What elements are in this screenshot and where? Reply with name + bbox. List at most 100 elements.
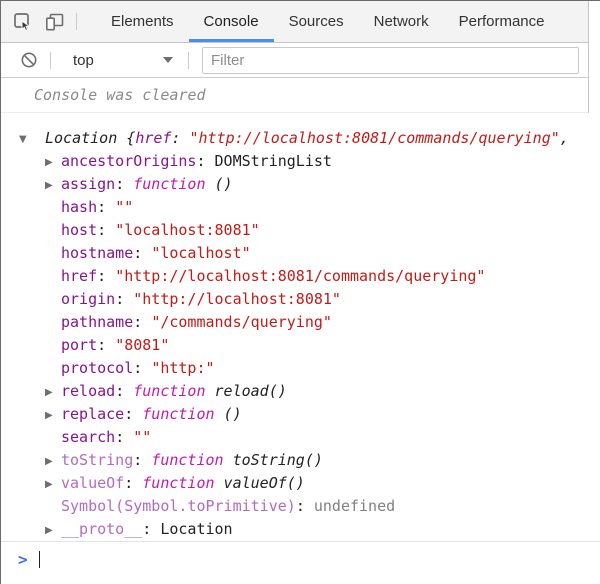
filter-input[interactable]	[202, 47, 579, 74]
property-row: ▶valueOf: function valueOf()	[1, 472, 600, 495]
property-separator: :	[133, 313, 151, 331]
location-object: ▼Location {href: "http://localhost:8081/…	[1, 113, 600, 541]
device-toolbar-button[interactable]	[39, 1, 71, 42]
object-preview-key: href	[135, 129, 171, 147]
expand-arrow-icon[interactable]: ▶	[45, 450, 61, 473]
tab-network[interactable]: Network	[359, 1, 444, 42]
property-value: valueOf()	[215, 474, 305, 492]
property-value: Location	[160, 520, 232, 538]
property-value: "/commands/querying"	[151, 313, 332, 331]
property-value: ()	[215, 405, 242, 423]
expand-arrow-icon[interactable]: ▶	[45, 473, 61, 496]
property-value: DOMStringList	[215, 152, 332, 170]
property-name: host	[61, 221, 97, 239]
separator	[188, 52, 189, 69]
property-row: Symbol(Symbol.toPrimitive): undefined	[1, 495, 600, 518]
property-value: toString()	[224, 451, 323, 469]
property-name: reload	[61, 382, 115, 400]
property-name: port	[61, 336, 97, 354]
property-row: hostname: "localhost"	[1, 242, 600, 265]
object-header-row: ▼Location {href: "http://localhost:8081/…	[1, 127, 600, 150]
object-preview-trailing: ,	[560, 129, 569, 147]
property-separator: :	[115, 175, 133, 193]
tab-performance[interactable]: Performance	[444, 1, 560, 42]
property-value: "http://localhost:8081"	[133, 290, 341, 308]
object-preview-open: {	[117, 129, 135, 147]
property-value: ""	[133, 428, 151, 446]
clear-console-icon	[20, 51, 38, 69]
property-separator: :	[115, 290, 133, 308]
property-name: pathname	[61, 313, 133, 331]
property-value: "http://localhost:8081/commands/querying…	[115, 267, 485, 285]
expand-arrow-icon[interactable]: ▶	[45, 404, 61, 427]
property-separator: :	[133, 244, 151, 262]
device-toolbar-icon	[44, 12, 66, 32]
property-name: Symbol(Symbol.toPrimitive)	[61, 497, 296, 515]
console-toolbar: top	[1, 43, 588, 78]
inspect-icon	[13, 12, 33, 32]
devtools-chrome: ElementsConsoleSourcesNetworkPerformance…	[1, 1, 589, 113]
property-name: protocol	[61, 359, 133, 377]
property-separator: :	[124, 474, 142, 492]
property-separator: :	[97, 198, 115, 216]
property-row: ▶reload: function reload()	[1, 380, 600, 403]
property-value-keyword: function	[133, 175, 205, 193]
property-row: ▶ancestorOrigins: DOMStringList	[1, 150, 600, 173]
tab-bar: ElementsConsoleSourcesNetworkPerformance	[1, 1, 588, 43]
collapse-arrow-icon[interactable]: ▼	[19, 128, 35, 151]
property-separator: :	[97, 221, 115, 239]
property-name: valueOf	[61, 474, 124, 492]
property-separator: :	[133, 359, 151, 377]
property-separator: :	[97, 336, 115, 354]
context-selector[interactable]: top	[65, 52, 183, 69]
property-row: protocol: "http:"	[1, 357, 600, 380]
property-value-keyword: function	[133, 382, 205, 400]
inspect-element-button[interactable]	[7, 1, 39, 42]
object-class-name: Location	[45, 129, 117, 147]
property-row: search: ""	[1, 426, 600, 449]
expand-arrow-icon[interactable]: ▶	[45, 151, 61, 174]
property-value: reload()	[206, 382, 287, 400]
expand-arrow-icon[interactable]: ▶	[45, 519, 61, 542]
expand-arrow-icon[interactable]: ▶	[45, 174, 61, 197]
property-row: port: "8081"	[1, 334, 600, 357]
separator	[50, 52, 51, 69]
property-value-keyword: function	[151, 451, 223, 469]
devtools-window: ElementsConsoleSourcesNetworkPerformance…	[0, 0, 600, 584]
property-value-keyword: function	[142, 405, 214, 423]
property-separator: :	[296, 497, 314, 515]
property-separator: :	[142, 520, 160, 538]
property-separator: :	[124, 405, 142, 423]
property-row: ▶toString: function toString()	[1, 449, 600, 472]
property-value: ()	[206, 175, 233, 193]
console-log-area: ▼Location {href: "http://localhost:8081/…	[1, 113, 600, 584]
property-separator: :	[115, 382, 133, 400]
property-value: "localhost"	[151, 244, 250, 262]
separator	[76, 13, 77, 30]
property-row: ▶__proto__: Location	[1, 518, 600, 541]
property-row: host: "localhost:8081"	[1, 219, 600, 242]
property-name: hostname	[61, 244, 133, 262]
property-name: assign	[61, 175, 115, 193]
property-value-keyword: function	[142, 474, 214, 492]
console-prompt[interactable]: >	[1, 541, 600, 584]
object-properties: ▶ancestorOrigins: DOMStringList▶assign: …	[1, 150, 600, 541]
property-separator: :	[133, 451, 151, 469]
property-separator: :	[196, 152, 214, 170]
property-row: pathname: "/commands/querying"	[1, 311, 600, 334]
chevron-down-icon	[163, 57, 173, 63]
property-name: search	[61, 428, 115, 446]
object-preview-value: "http://localhost:8081/commands/querying…	[190, 129, 560, 147]
property-name: hash	[61, 198, 97, 216]
tab-sources[interactable]: Sources	[274, 1, 359, 42]
property-row: origin: "http://localhost:8081"	[1, 288, 600, 311]
tab-console[interactable]: Console	[189, 1, 274, 42]
property-row: href: "http://localhost:8081/commands/qu…	[1, 265, 600, 288]
property-value: "localhost:8081"	[115, 221, 260, 239]
console-message-row: Console was cleared	[1, 78, 588, 113]
tab-elements[interactable]: Elements	[96, 1, 189, 42]
property-name: __proto__	[61, 520, 142, 538]
property-value: "8081"	[115, 336, 169, 354]
clear-console-button[interactable]	[13, 51, 45, 69]
expand-arrow-icon[interactable]: ▶	[45, 381, 61, 404]
